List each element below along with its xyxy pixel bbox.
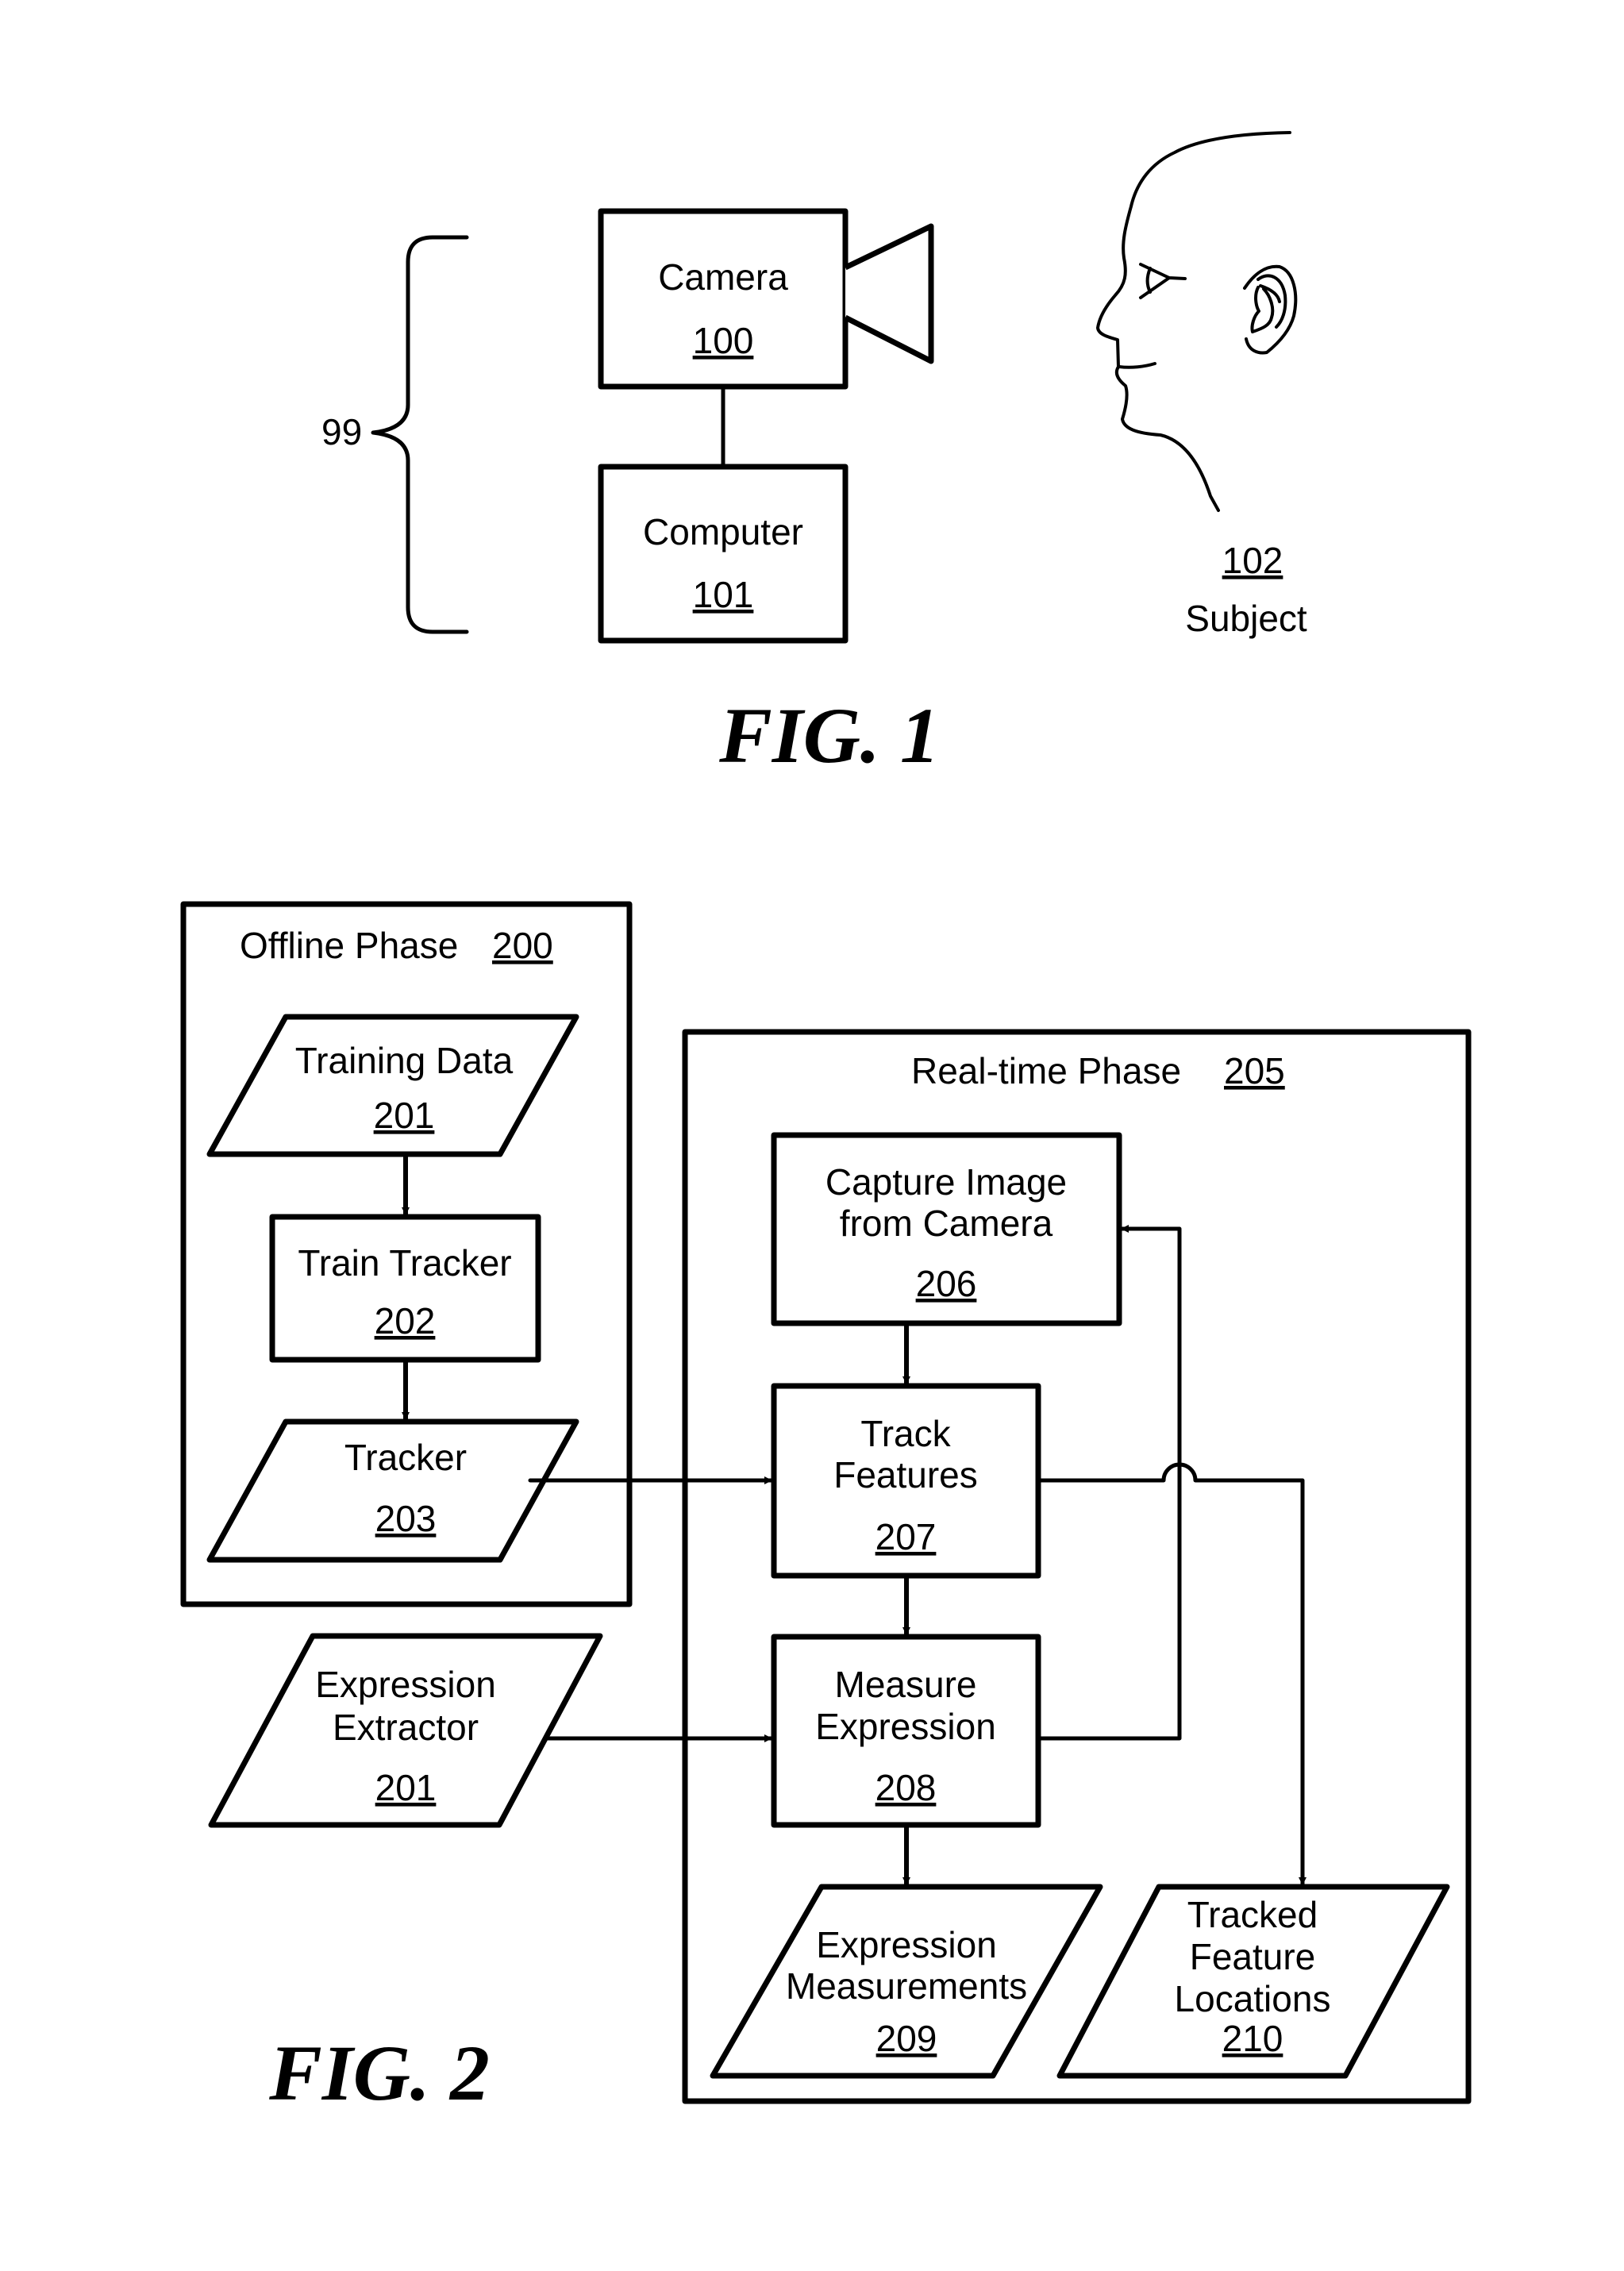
expression-extractor-label-2: Extractor [333, 1707, 479, 1748]
tracked-feature-locations-label-1: Tracked [1187, 1894, 1318, 1935]
camera-label: Camera [658, 256, 788, 298]
tracker-node: Tracker 203 [206, 1418, 579, 1563]
expression-extractor-label-1: Expression [315, 1664, 496, 1705]
measure-expression-node: Measure Expression 208 [771, 1634, 1041, 1828]
expression-measurements-ref: 209 [876, 2018, 937, 2059]
expression-measurements-label-1: Expression [816, 1924, 997, 1965]
offline-phase-label: Offline Phase [240, 925, 458, 966]
fig1-title: FIG. 1 [718, 691, 940, 779]
subject-mouth [1118, 362, 1156, 369]
fig1: 99 Camera 100 Computer 101 102 Subject F… [321, 131, 1307, 779]
system-brace [371, 235, 469, 634]
capture-image-ref: 206 [916, 1263, 977, 1304]
train-tracker-node: Train Tracker 202 [269, 1214, 541, 1363]
realtime-phase-label: Real-time Phase [911, 1050, 1181, 1091]
capture-image-label-2: from Camera [840, 1203, 1053, 1244]
camera-ref: 100 [693, 320, 754, 361]
capture-image-node: Capture Image from Camera 206 [771, 1132, 1122, 1326]
offline-phase: Offline Phase 200 Training Data 201 Trai… [180, 901, 633, 1607]
connector-track-to-locations [1036, 1462, 1307, 1887]
system-label: 99 [321, 411, 362, 452]
computer-label: Computer [643, 511, 803, 552]
train-tracker-ref: 202 [375, 1300, 436, 1341]
measure-expression-ref: 208 [875, 1767, 937, 1808]
tracked-feature-locations-label-2: Feature [1190, 1936, 1316, 1977]
computer-block: Computer 101 [598, 464, 849, 644]
tracked-feature-locations-label-3: Locations [1175, 1978, 1331, 2019]
camera-block: Camera 100 [598, 208, 934, 390]
subject-eye [1139, 263, 1187, 299]
fig2: Offline Phase 200 Training Data 201 Trai… [180, 901, 1472, 2117]
training-data-node: Training Data 201 [206, 1014, 579, 1157]
expression-measurements-label-2: Measurements [786, 1965, 1027, 2007]
tracked-feature-locations-ref: 210 [1222, 2018, 1283, 2059]
train-tracker-label: Train Tracker [298, 1242, 511, 1284]
fig2-title: FIG. 2 [268, 2029, 490, 2117]
measure-expression-label-1: Measure [835, 1664, 977, 1705]
expression-extractor-ref: 201 [375, 1767, 437, 1808]
expression-measurements-node: Expression Measurements 209 [710, 1884, 1103, 2079]
tracker-label: Tracker [344, 1437, 467, 1478]
expression-extractor-node: Expression Extractor 201 [208, 1633, 603, 1828]
offline-phase-ref: 200 [492, 925, 553, 966]
subject-head-icon [1096, 131, 1298, 512]
track-features-label-1: Track [860, 1413, 951, 1454]
camera-lens-icon [844, 223, 934, 364]
realtime-phase-ref: 205 [1224, 1050, 1285, 1091]
track-features-node: Track Features 207 [771, 1383, 1041, 1579]
realtime-phase: Real-time Phase 205 Capture Image from C… [682, 1029, 1472, 2104]
measure-expression-label-2: Expression [815, 1706, 996, 1747]
patent-drawing: 99 Camera 100 Computer 101 102 Subject F… [180, 131, 1472, 2117]
capture-image-label-1: Capture Image [825, 1161, 1067, 1203]
track-features-ref: 207 [875, 1516, 937, 1557]
subject-ear [1243, 264, 1298, 355]
tracker-ref: 203 [375, 1498, 437, 1539]
tracked-feature-locations-node: Tracked Feature Locations 210 [1056, 1884, 1450, 2079]
track-features-label-2: Features [833, 1454, 978, 1495]
training-data-ref: 201 [374, 1095, 435, 1136]
subject-ref: 102 [1222, 540, 1283, 581]
subject-label: Subject [1185, 598, 1307, 639]
training-data-label: Training Data [295, 1040, 514, 1081]
computer-ref: 101 [693, 574, 754, 615]
